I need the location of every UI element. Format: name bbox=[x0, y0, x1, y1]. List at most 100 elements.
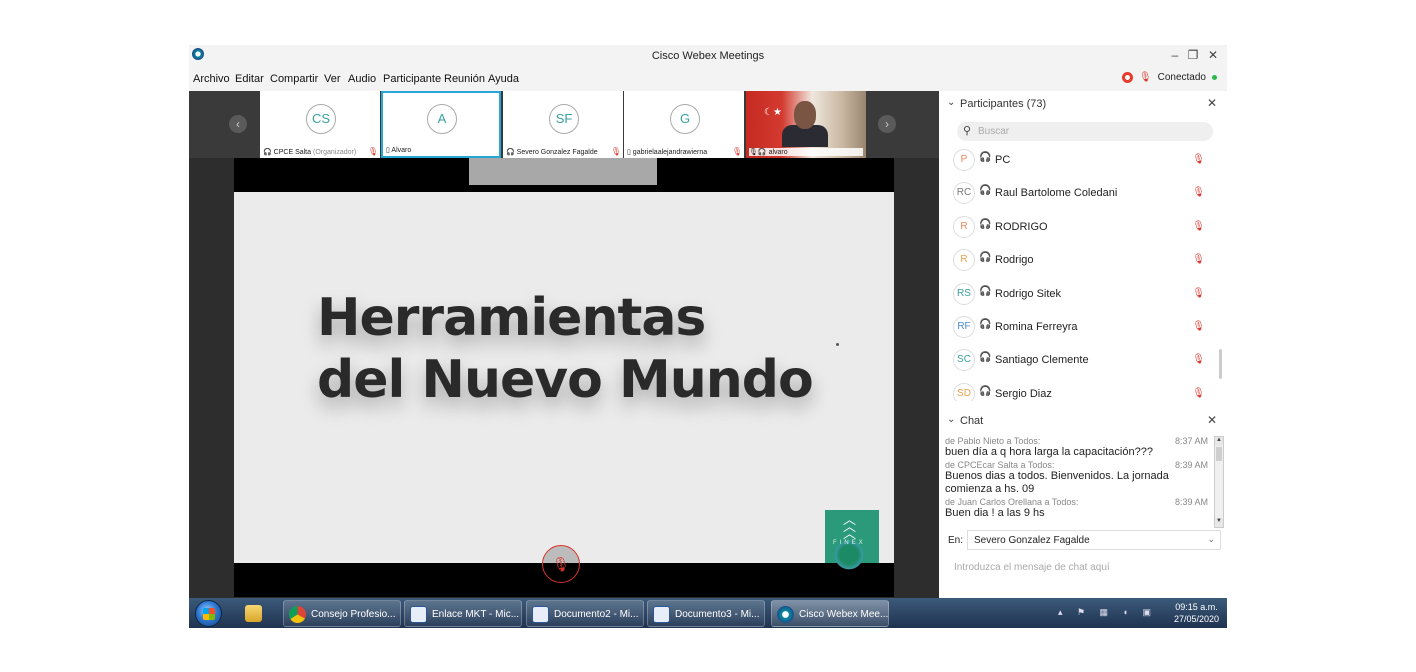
headset-icon: 🎧 bbox=[979, 252, 992, 264]
menu-ayuda[interactable]: Ayuda bbox=[488, 73, 519, 85]
webex-icon bbox=[777, 606, 794, 623]
participant-name: PC bbox=[995, 154, 1011, 166]
shared-content-area: Herramientas del Nuevo Mundo ︿ ︿ ︿ FINEX bbox=[234, 158, 894, 597]
mic-muted-icon[interactable]: 🎙 bbox=[1192, 354, 1205, 365]
participant-name: Rodrigo bbox=[995, 254, 1034, 267]
participant-row[interactable]: RS 🎧 Rodrigo Sitek 🎙 bbox=[939, 281, 1219, 314]
chat-sender: de CPCEcar Salta a Todos: bbox=[945, 460, 1055, 470]
taskbar-item-webex[interactable]: Cisco Webex Mee... bbox=[771, 600, 889, 627]
start-button[interactable] bbox=[195, 600, 222, 627]
scroll-thumb[interactable] bbox=[1216, 447, 1222, 461]
explorer-pin[interactable] bbox=[241, 600, 271, 627]
participant-row[interactable]: P 🎧 PC 🎙 bbox=[939, 147, 1219, 180]
strip-prev-button[interactable]: ‹ bbox=[229, 115, 247, 133]
close-participants-button[interactable]: ✕ bbox=[1207, 96, 1217, 110]
chevron-down-icon[interactable]: ⌄ bbox=[947, 414, 955, 425]
menu-participante[interactable]: Participante bbox=[383, 73, 441, 85]
restore-button[interactable]: ❐ bbox=[1185, 48, 1201, 62]
clock-date: 27/05/2020 bbox=[1173, 614, 1219, 624]
webex-window: Cisco Webex Meetings – ❐ ✕ Archivo Edita… bbox=[189, 45, 1227, 628]
chat-scrollbar[interactable]: ▲ ▼ bbox=[1214, 436, 1224, 528]
menu-editar[interactable]: Editar bbox=[235, 73, 264, 85]
search-icon: ⚲ bbox=[963, 125, 972, 137]
menu-bar: Archivo Editar Compartir Ver Audio Parti… bbox=[189, 70, 1227, 88]
thumbnail-gabriela[interactable]: G ▯ gabrielaalejandrawierna 🎙 bbox=[624, 91, 744, 158]
thumbnail-label: 🎧 CPCE Salta (Organizador) bbox=[263, 149, 357, 156]
thumbnail-video-alvaro[interactable]: ☾★ 🎙🎧 alvaro bbox=[746, 91, 866, 158]
chat-text: Buen dia ! a las 9 hs bbox=[945, 507, 1045, 519]
avatar: R bbox=[953, 215, 975, 238]
mic-muted-icon: 🎙 bbox=[610, 147, 621, 156]
participant-thumbnail-strip: ‹ CS 🎧 CPCE Salta (Organizador) 🎙 A ▯ Al… bbox=[189, 91, 939, 158]
participant-row[interactable]: R 🎧 Rodrigo 🎙 bbox=[939, 247, 1219, 280]
headset-icon: 🎧 bbox=[979, 352, 992, 364]
logo-chevron-icon: ︿ ︿ ︿ bbox=[843, 512, 857, 541]
chat-recipient-select[interactable]: Severo Gonzalez Fagalde ⌄ bbox=[967, 530, 1221, 550]
windows-taskbar: Consejo Profesio... Enlace MKT - Mic... … bbox=[189, 598, 1227, 628]
clock[interactable]: 09:15 a.m. 27/05/2020 bbox=[1174, 601, 1219, 625]
participant-name: Santiago Clemente bbox=[995, 354, 1089, 367]
chat-to-label: En: bbox=[948, 535, 964, 546]
participants-header[interactable]: ⌄ Participantes (73) ✕ bbox=[939, 93, 1227, 115]
chevron-down-icon[interactable]: ⌄ bbox=[947, 97, 955, 108]
taskbar-item-word-enlace[interactable]: Enlace MKT - Mic... bbox=[404, 600, 522, 627]
menu-reunion[interactable]: Reunión bbox=[444, 73, 485, 85]
headset-icon: 🎧 bbox=[979, 218, 992, 230]
scroll-up-icon[interactable]: ▲ bbox=[1215, 437, 1223, 446]
mic-muted-icon[interactable]: 🎙 bbox=[1192, 221, 1205, 232]
participant-name: Raul Bartolome Coledani bbox=[995, 187, 1118, 200]
avatar: RS bbox=[953, 282, 975, 305]
participant-row[interactable]: SD 🎧 Sergio Diaz 🎙 bbox=[939, 381, 1219, 401]
mic-muted-icon: 🎙 bbox=[367, 147, 378, 156]
connected-dot-icon bbox=[1212, 75, 1217, 80]
taskbar-item-chrome[interactable]: Consejo Profesio... bbox=[283, 600, 401, 627]
recording-icon[interactable] bbox=[1121, 72, 1133, 83]
chat-time: 8:37 AM bbox=[1174, 436, 1208, 446]
mic-muted-icon[interactable]: 🎙 bbox=[1192, 388, 1205, 399]
thumbnail-cpce-salta[interactable]: CS 🎧 CPCE Salta (Organizador) 🎙 bbox=[260, 91, 380, 158]
participant-row[interactable]: RC 🎧 Raul Bartolome Coledani 🎙 bbox=[939, 180, 1219, 213]
status-label: Conectado bbox=[1157, 72, 1206, 83]
participant-row[interactable]: SC 🎧 Santiago Clemente 🎙 bbox=[939, 347, 1219, 380]
headset-icon: 🎧 bbox=[979, 185, 992, 197]
mute-button[interactable]: 🎙 bbox=[542, 545, 580, 583]
participant-row[interactable]: RF 🎧 Romina Ferreyra 🎙 bbox=[939, 314, 1219, 347]
chat-message-meta: de Pablo Nieto a Todos: 8:37 AM bbox=[945, 436, 1212, 446]
participant-name: Sergio Diaz bbox=[995, 387, 1052, 400]
avatar: SD bbox=[953, 382, 975, 401]
thumbnail-severo[interactable]: SF 🎧 Severo Gonzalez Fagalde 🎙 bbox=[503, 91, 623, 158]
thumbnail-label: 🎙🎧 alvaro bbox=[749, 148, 863, 156]
chat-time: 8:39 AM bbox=[1174, 460, 1208, 470]
menu-archivo[interactable]: Archivo bbox=[193, 73, 230, 85]
mic-muted-icon[interactable]: 🎙 bbox=[1192, 154, 1205, 165]
taskbar-item-word-doc3[interactable]: Documento3 - Mi... bbox=[647, 600, 765, 627]
thumbnail-alvaro[interactable]: A ▯ Alvaro bbox=[381, 91, 501, 158]
thumbnail-label: ▯ gabrielaalejandrawierna bbox=[627, 149, 708, 156]
mic-muted-icon[interactable]: 🎙 bbox=[1192, 187, 1205, 198]
chat-message: de Pablo Nieto a Todos: 8:37 AM buen día a… bbox=[945, 436, 1212, 459]
minimize-button[interactable]: – bbox=[1167, 48, 1183, 62]
close-chat-button[interactable]: ✕ bbox=[1207, 413, 1217, 427]
menu-ver[interactable]: Ver bbox=[324, 73, 341, 85]
menu-compartir[interactable]: Compartir bbox=[270, 73, 318, 85]
chat-sender: de Juan Carlos Orellana a Todos: bbox=[945, 497, 1079, 507]
system-tray-icons[interactable]: ▴ ⚑ ▦ ◖ ▣ bbox=[1058, 607, 1157, 618]
chat-input[interactable]: Introduzca el mensaje de chat aquí bbox=[954, 562, 1110, 573]
participant-scrollbar[interactable] bbox=[1219, 349, 1222, 379]
strip-next-button[interactable]: › bbox=[878, 115, 896, 133]
slide-heading: Herramientas del Nuevo Mundo bbox=[317, 287, 814, 411]
taskbar-item-word-doc2[interactable]: Documento2 - Mi... bbox=[526, 600, 644, 627]
participants-title: Participantes (73) bbox=[960, 98, 1047, 110]
participant-row[interactable]: R 🎧 RODRIGO 🎙 bbox=[939, 214, 1219, 247]
meeting-stage: ‹ CS 🎧 CPCE Salta (Organizador) 🎙 A ▯ Al… bbox=[189, 91, 939, 598]
mic-muted-icon[interactable]: 🎙 bbox=[1192, 321, 1205, 332]
scroll-down-icon[interactable]: ▼ bbox=[1215, 518, 1223, 527]
close-button[interactable]: ✕ bbox=[1205, 48, 1221, 62]
menu-audio[interactable]: Audio bbox=[348, 73, 376, 85]
participant-list: P 🎧 PC 🎙 RC 🎧 Raul Bartolome Coledani 🎙 R 🎧 RODRIG… bbox=[939, 147, 1219, 401]
participant-search[interactable]: ⚲ Buscar bbox=[957, 122, 1213, 141]
chat-header[interactable]: ⌄ Chat ✕ bbox=[939, 410, 1227, 432]
folder-icon bbox=[245, 605, 262, 622]
mic-muted-icon[interactable]: 🎙 bbox=[1192, 288, 1205, 299]
mic-muted-icon[interactable]: 🎙 bbox=[1192, 254, 1205, 265]
